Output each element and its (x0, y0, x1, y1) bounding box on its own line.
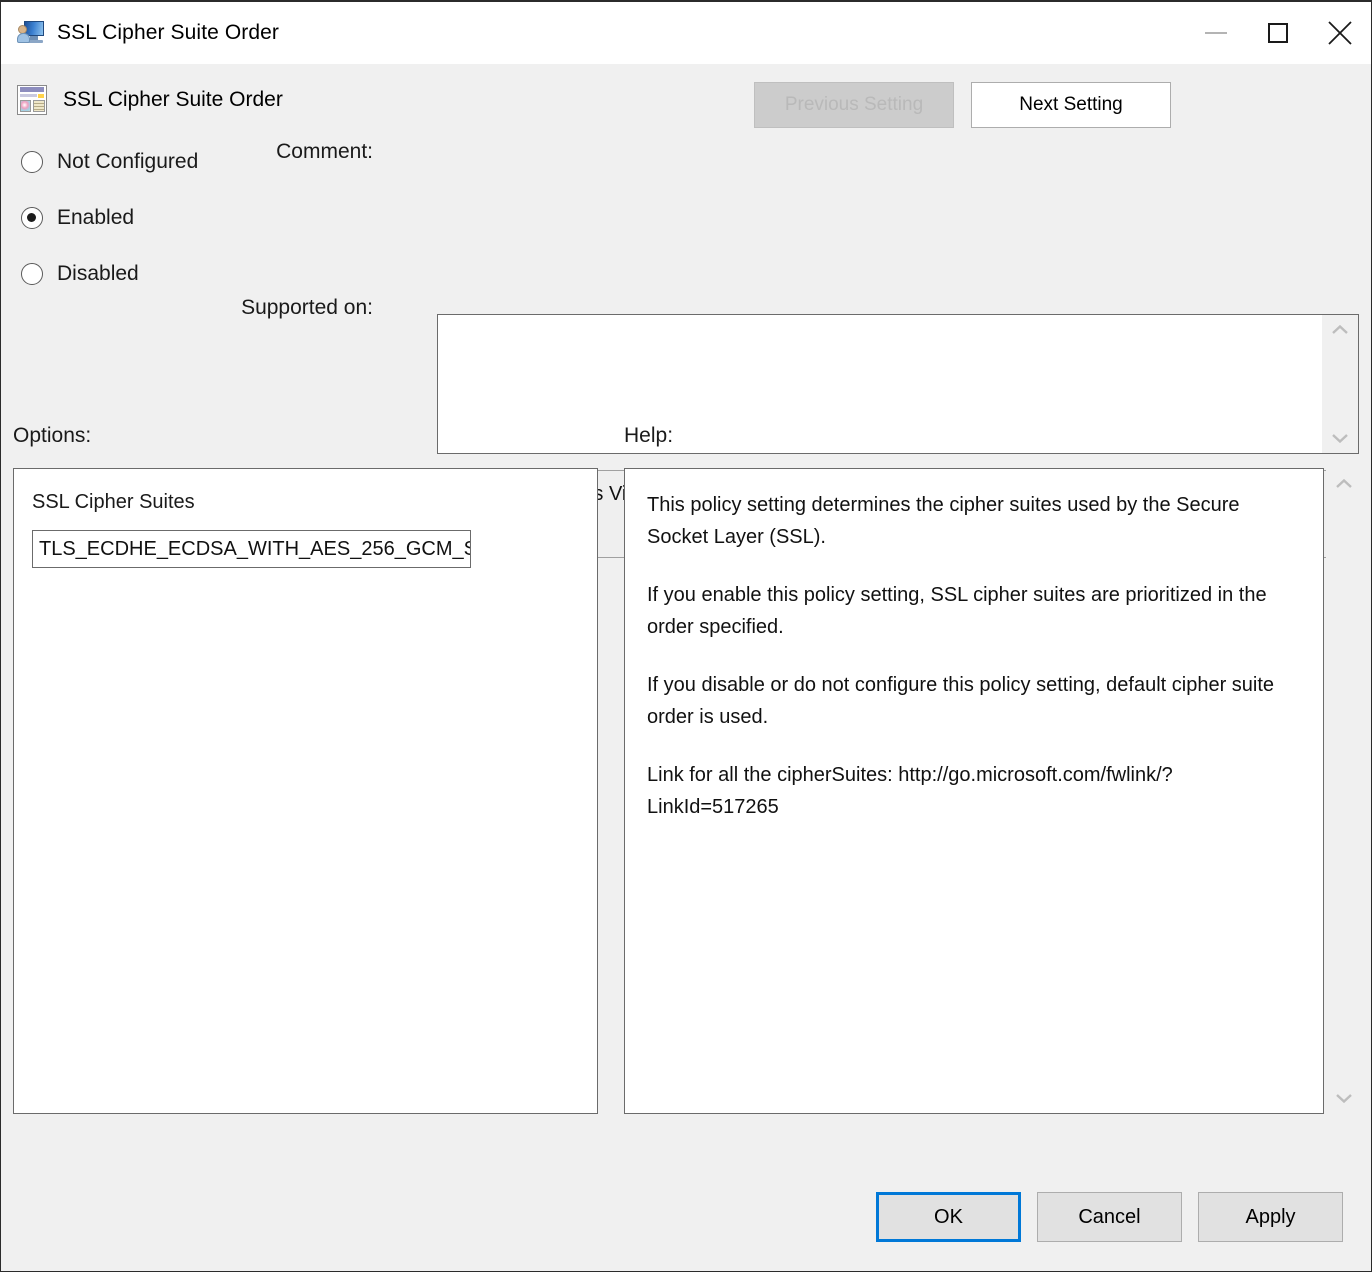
options-label: Options: (13, 424, 91, 448)
radio-enabled-indicator (21, 207, 43, 229)
help-paragraph: If you disable or do not configure this … (647, 669, 1301, 733)
maximize-icon (1268, 23, 1288, 43)
scroll-up-icon[interactable] (1331, 324, 1349, 335)
radio-not-configured[interactable]: Not Configured (21, 150, 198, 174)
cipher-suites-group-label: SSL Cipher Suites (32, 491, 579, 514)
minimize-icon (1205, 32, 1227, 34)
help-paragraph: Link for all the cipherSuites: http://go… (647, 759, 1301, 823)
close-button[interactable] (1309, 2, 1371, 64)
maximize-button[interactable] (1247, 2, 1309, 64)
cancel-button[interactable]: Cancel (1037, 1192, 1182, 1242)
setting-navigation: Previous Setting Next Setting (754, 82, 1171, 128)
radio-disabled-label: Disabled (57, 262, 139, 286)
radio-disabled-indicator (21, 263, 43, 285)
radio-enabled[interactable]: Enabled (21, 206, 134, 230)
supported-on-label: Supported on: (181, 296, 373, 320)
comment-label: Comment: (181, 140, 373, 164)
next-setting-button[interactable]: Next Setting (971, 82, 1171, 128)
ok-button[interactable]: OK (876, 1192, 1021, 1242)
setting-title: SSL Cipher Suite Order (63, 88, 283, 112)
scroll-up-icon[interactable] (1335, 478, 1353, 489)
state-region: Not Configured Enabled Disabled Comment:… (1, 136, 1371, 406)
radio-enabled-label: Enabled (57, 206, 134, 230)
radio-disabled[interactable]: Disabled (21, 262, 139, 286)
help-scrollbar[interactable] (1326, 468, 1362, 1114)
close-icon (1327, 20, 1353, 46)
help-paragraph: This policy setting determines the ciphe… (647, 489, 1301, 553)
options-pane: SSL Cipher Suites TLS_ECDHE_ECDSA_WITH_A… (13, 468, 598, 1114)
help-text: This policy setting determines the ciphe… (625, 469, 1323, 843)
panes-region: Options: Help: SSL Cipher Suites TLS_ECD… (1, 406, 1371, 1163)
help-pane: This policy setting determines the ciphe… (624, 468, 1324, 1114)
minimize-button[interactable] (1185, 2, 1247, 64)
previous-setting-button[interactable]: Previous Setting (754, 82, 954, 128)
title-bar: SSL Cipher Suite Order (1, 2, 1371, 64)
radio-not-configured-indicator (21, 151, 43, 173)
help-paragraph: If you enable this policy setting, SSL c… (647, 579, 1301, 643)
setting-header: SSL Cipher Suite Order Previous Setting … (1, 64, 1371, 136)
radio-not-configured-label: Not Configured (57, 150, 198, 174)
ssl-cipher-suite-order-dialog: SSL Cipher Suite Order SSL Cipher Suite … (0, 0, 1372, 1272)
help-label: Help: (624, 424, 673, 448)
dialog-footer: OK Cancel Apply (1, 1163, 1371, 1271)
scroll-down-icon[interactable] (1335, 1093, 1353, 1104)
window-title: SSL Cipher Suite Order (57, 21, 1185, 45)
policy-computer-icon (17, 19, 45, 47)
policy-setting-icon (17, 85, 47, 115)
cipher-suites-input[interactable]: TLS_ECDHE_ECDSA_WITH_AES_256_GCM_S (32, 530, 471, 568)
apply-button[interactable]: Apply (1198, 1192, 1343, 1242)
